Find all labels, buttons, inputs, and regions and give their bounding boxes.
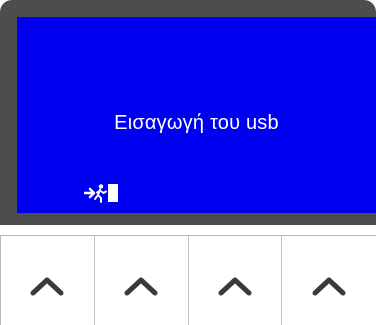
exit-icon [84, 184, 118, 203]
soft-key-3[interactable] [188, 236, 283, 325]
chevron-up-icon [30, 277, 64, 296]
chevron-up-icon [218, 277, 252, 296]
chevron-up-icon [124, 277, 158, 296]
lcd-screen: Εισαγωγή του usb [17, 17, 376, 213]
screen-message: Εισαγωγή του usb [114, 112, 279, 134]
soft-key-1[interactable] [1, 236, 95, 325]
soft-key-2[interactable] [94, 236, 189, 325]
soft-key-row [0, 235, 376, 325]
chevron-up-icon [312, 277, 346, 296]
device-panel: Εισαγωγή του usb [0, 0, 376, 325]
display-bezel: Εισαγωγή του usb [0, 0, 376, 225]
soft-key-4[interactable] [282, 236, 376, 325]
